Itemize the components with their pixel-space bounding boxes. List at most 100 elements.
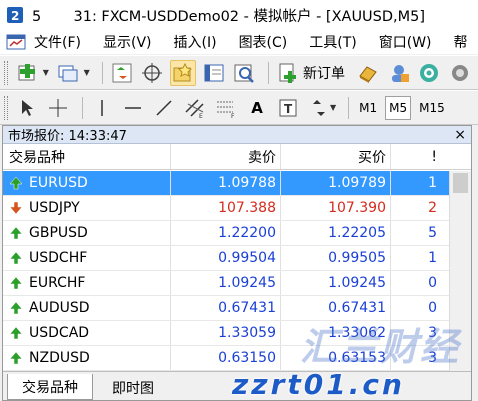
- new-order-icon[interactable]: [275, 60, 301, 86]
- toolbar-grip[interactable]: [4, 60, 8, 85]
- menu-charts[interactable]: 图表(C): [239, 32, 288, 52]
- close-icon[interactable]: ×: [454, 126, 466, 144]
- tab-symbols[interactable]: 交易品种: [7, 374, 93, 400]
- bid-cell: 1.09245: [171, 271, 281, 295]
- spread-value: 0: [428, 300, 437, 316]
- toolbar-separator: [268, 61, 270, 84]
- market-watch-title-bar[interactable]: 市场报价: 14:33:47 ×: [3, 126, 471, 144]
- chevron-down-icon[interactable]: ▼: [43, 68, 49, 77]
- spread-value: 0: [428, 275, 437, 291]
- market-watch-header: 交易品种 卖价 买价 !: [3, 144, 471, 170]
- ask-price: 1.33062: [328, 325, 386, 341]
- symbol-name: EURUSD: [29, 175, 88, 191]
- svg-text:E: E: [199, 113, 203, 118]
- bid-price: 107.388: [218, 200, 276, 216]
- profiles-button[interactable]: [55, 60, 81, 86]
- bid-price: 1.22200: [218, 225, 276, 241]
- chart-doc-icon[interactable]: [6, 34, 26, 50]
- period-m15-button[interactable]: M15: [415, 96, 449, 120]
- menu-help[interactable]: 帮: [454, 32, 468, 52]
- column-header-spread[interactable]: !: [391, 144, 443, 169]
- bid-cell: 1.22200: [171, 221, 281, 245]
- table-row[interactable]: USDCAD 1.33059 1.33062 3: [3, 321, 449, 346]
- expert-advisors-button[interactable]: [355, 60, 381, 86]
- fibonacci-icon[interactable]: F: [213, 95, 239, 121]
- new-chart-button[interactable]: [14, 60, 40, 86]
- ask-price: 107.390: [328, 200, 386, 216]
- svg-text:T: T: [284, 102, 293, 116]
- table-row[interactable]: EURUSD 1.09788 1.09789 1: [3, 171, 449, 196]
- table-row[interactable]: USDCHF 0.99504 0.99505 1: [3, 246, 449, 271]
- market-watch-rows: EURUSD 1.09788 1.09789 1 USDJPY 107.388 107.39…: [3, 171, 449, 371]
- new-order-button[interactable]: 新订单: [303, 63, 345, 83]
- arrow-up-icon: [9, 276, 23, 290]
- bid-price: 0.63150: [218, 350, 276, 366]
- spread-value: 3: [428, 350, 437, 366]
- equidistant-channel-icon[interactable]: E: [182, 95, 208, 121]
- toolbar-grip[interactable]: [4, 95, 8, 120]
- symbol-cell: EURCHF: [3, 271, 171, 295]
- ask-price: 0.63153: [328, 350, 386, 366]
- title-bar: 2 5 31: FXCM-USDDemo02 - 模拟帐户 - [XAUUSD,…: [0, 0, 478, 30]
- spread-cell: 2: [391, 196, 443, 220]
- spread-value: 5: [428, 225, 437, 241]
- menu-window[interactable]: 窗口(W): [379, 32, 432, 52]
- market-watch-button[interactable]: [109, 60, 135, 86]
- text-label-icon[interactable]: T: [275, 95, 301, 121]
- arrow-up-icon: [9, 176, 23, 190]
- crosshair-data-window-button[interactable]: [139, 60, 165, 86]
- symbol-cell: GBPUSD: [3, 221, 171, 245]
- ask-price: 0.99505: [328, 250, 386, 266]
- arrows-icon[interactable]: [306, 95, 332, 121]
- column-header-bid[interactable]: 卖价: [171, 144, 281, 169]
- period-m5-button[interactable]: M5: [385, 95, 412, 120]
- table-row[interactable]: USDJPY 107.388 107.390 2: [3, 196, 449, 221]
- horizontal-line-icon[interactable]: [120, 95, 146, 121]
- app-logo-icon: 2: [6, 6, 24, 24]
- table-row[interactable]: EURCHF 1.09245 1.09245 0: [3, 271, 449, 296]
- spread-cell: 3: [391, 321, 443, 345]
- navigator-button[interactable]: [170, 59, 196, 86]
- tab-tick-chart[interactable]: 即时图: [97, 376, 169, 400]
- ask-cell: 1.33062: [281, 321, 391, 345]
- table-row[interactable]: NZDUSD 0.63150 0.63153 3: [3, 346, 449, 371]
- symbol-cell: AUDUSD: [3, 296, 171, 320]
- chevron-down-icon[interactable]: ▼: [84, 68, 90, 77]
- period-m1-button[interactable]: M1: [355, 96, 381, 120]
- toolbar-separator: [348, 96, 350, 119]
- vertical-line-icon[interactable]: [89, 95, 115, 121]
- cursor-icon[interactable]: [14, 95, 40, 121]
- signals-button[interactable]: [416, 60, 442, 86]
- menu-insert[interactable]: 插入(I): [174, 32, 217, 52]
- strategy-tester-button[interactable]: [232, 60, 258, 86]
- arrow-down-icon: [9, 201, 23, 215]
- trendline-icon[interactable]: [151, 95, 177, 121]
- text-icon[interactable]: A: [244, 95, 270, 121]
- community-button[interactable]: [386, 60, 412, 86]
- options-button[interactable]: [447, 60, 473, 86]
- table-row[interactable]: AUDUSD 0.67431 0.67431 0: [3, 296, 449, 321]
- chevron-down-icon[interactable]: ▼: [330, 103, 336, 112]
- menu-bar: 文件(F) 显示(V) 插入(I) 图表(C) 工具(T) 窗口(W) 帮: [0, 30, 478, 54]
- table-row[interactable]: GBPUSD 1.22200 1.22205 5: [3, 221, 449, 246]
- arrow-up-icon: [9, 351, 23, 365]
- spread-value: 1: [428, 175, 437, 191]
- menu-file[interactable]: 文件(F): [34, 32, 81, 52]
- column-header-ask[interactable]: 买价: [281, 144, 391, 169]
- menu-view[interactable]: 显示(V): [103, 32, 152, 52]
- market-watch-tabs: 交易品种 即时图: [3, 371, 471, 400]
- scrollbar-thumb[interactable]: [453, 173, 468, 193]
- spread-cell: 3: [391, 346, 443, 370]
- toolbar-separator: [101, 61, 103, 84]
- symbol-cell: USDCAD: [3, 321, 171, 345]
- symbol-name: NZDUSD: [29, 350, 90, 366]
- terminal-button[interactable]: [201, 60, 227, 86]
- crosshair-icon[interactable]: [45, 95, 71, 121]
- symbol-cell: USDJPY: [3, 196, 171, 220]
- menu-tools[interactable]: 工具(T): [309, 32, 356, 52]
- vertical-scrollbar[interactable]: [449, 171, 471, 371]
- spread-value: 1: [428, 250, 437, 266]
- spread-cell: 0: [391, 271, 443, 295]
- column-header-symbol[interactable]: 交易品种: [3, 144, 171, 169]
- ask-price: 1.09245: [328, 275, 386, 291]
